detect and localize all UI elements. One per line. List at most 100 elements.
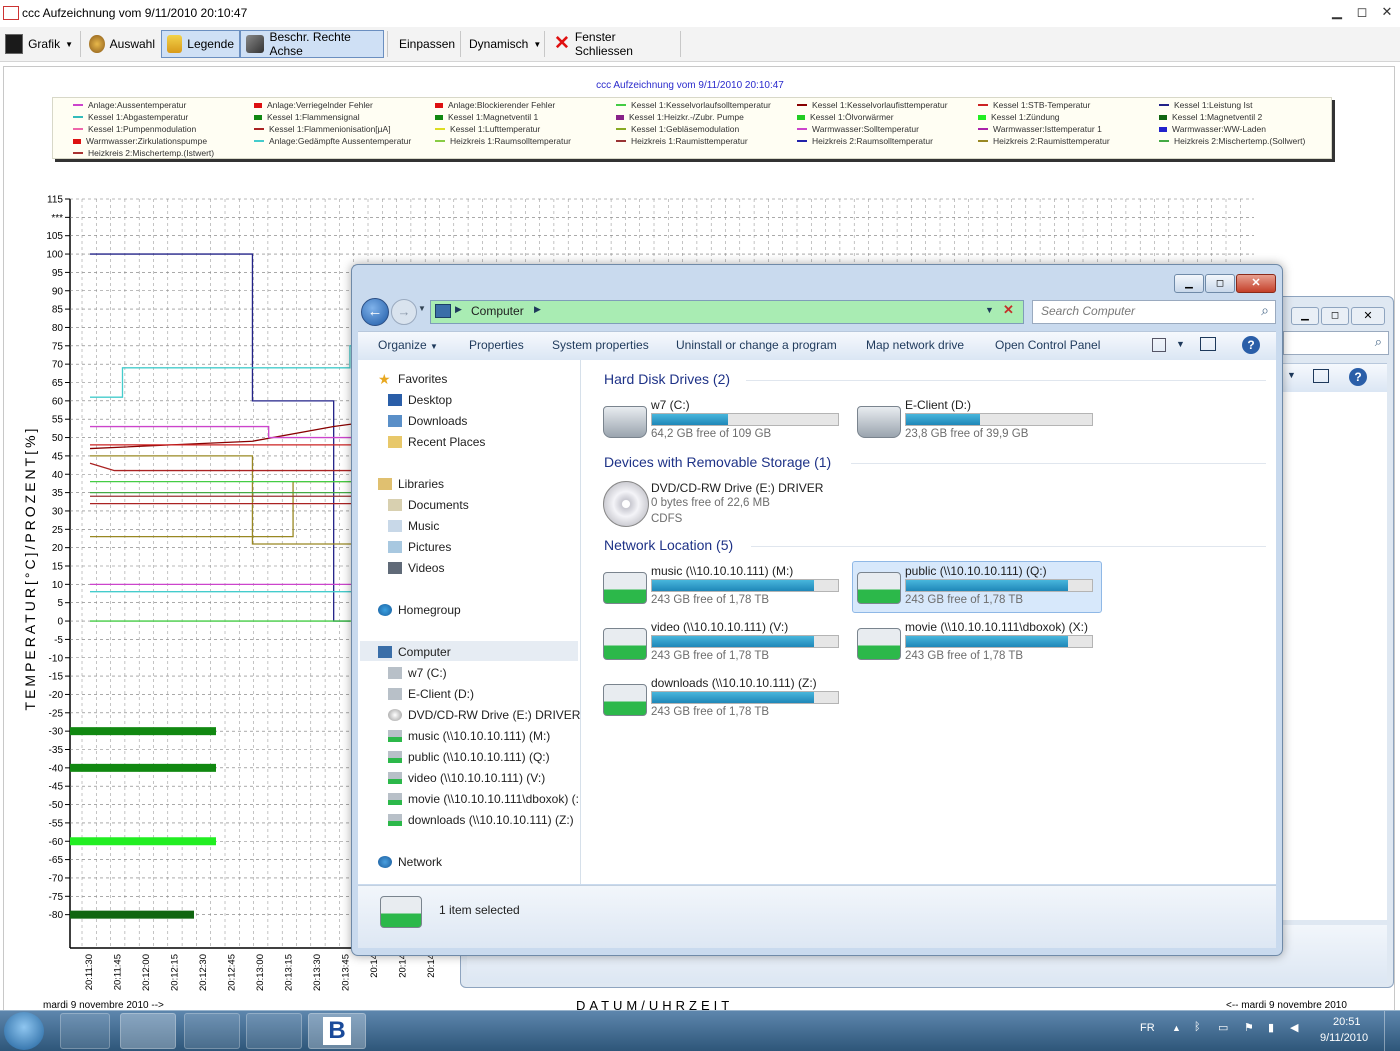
show-hidden-icons[interactable]: ▲ — [1172, 1023, 1181, 1033]
minimize-icon[interactable]: ▁ — [1174, 274, 1204, 293]
nav-pictures[interactable]: Pictures — [388, 540, 451, 554]
nav-recent-places[interactable]: Recent Places — [388, 435, 485, 449]
y-tick-label: 20 — [52, 543, 64, 554]
x-tick-label: 20:14 — [369, 954, 380, 978]
breadcrumb-computer[interactable]: Computer — [471, 304, 524, 318]
media-player-icon[interactable] — [60, 1013, 110, 1049]
nav-downloads[interactable]: Downloads — [388, 414, 467, 428]
y-tick-label: 95 — [52, 268, 64, 279]
drive-m[interactable]: music (\\10.10.10.111) (M:) 243 GB free … — [599, 562, 845, 612]
y-tick-label: 5 — [57, 598, 63, 609]
drive-z-size: 243 GB free of 1,78 TB — [651, 706, 770, 718]
nav-drive-v[interactable]: video (\\10.10.10.111) (V:) — [388, 771, 545, 785]
help-icon[interactable]: ? — [1242, 336, 1260, 354]
explorer-taskbar-icon[interactable] — [120, 1013, 176, 1049]
x-tick-label: 20:14 — [398, 954, 409, 978]
nav-drive-e[interactable]: DVD/CD-RW Drive (E:) DRIVER — [388, 708, 580, 722]
drive-d[interactable]: E-Client (D:) 23,8 GB free of 39,9 GB — [853, 396, 1099, 446]
battery-icon[interactable]: ▮ — [1268, 1021, 1274, 1034]
open-control-panel-button[interactable]: Open Control Panel — [995, 338, 1100, 352]
nav-libraries[interactable]: Libraries — [378, 477, 444, 491]
drive-c[interactable]: w7 (C:) 64,2 GB free of 109 GB — [599, 396, 845, 446]
drive-v-usage-bar — [651, 635, 839, 648]
explorer-window[interactable]: ▁ ◻ ✕ ← → ▼ ▶ Computer ▶ ▼ ✕ Search Comp… — [351, 264, 1283, 956]
properties-button[interactable]: Properties — [469, 338, 524, 352]
drive-q-name: public (\\10.10.10.111) (Q:) — [905, 564, 1047, 578]
address-bar[interactable]: ▶ Computer ▶ ▼ ✕ — [430, 300, 1024, 324]
show-desktop-button[interactable] — [1384, 1011, 1399, 1051]
nav-drive-m[interactable]: music (\\10.10.10.111) (M:) — [388, 729, 550, 743]
uninstall-program-button[interactable]: Uninstall or change a program — [676, 338, 837, 352]
start-button[interactable] — [4, 1012, 44, 1050]
y-tick-label: -20 — [49, 690, 64, 701]
help-icon[interactable]: ? — [1349, 368, 1367, 386]
close-icon[interactable]: ✕ — [1236, 274, 1276, 293]
homegroup-icon — [378, 604, 392, 616]
recent-pages-chevron-icon[interactable]: ▼ — [418, 304, 426, 313]
downloads-icon — [388, 415, 402, 427]
map-network-drive-button[interactable]: Map network drive — [866, 338, 964, 352]
stop-icon[interactable]: ✕ — [1003, 302, 1014, 318]
signal-bar — [70, 763, 216, 772]
flag-icon[interactable]: ⚑ — [1244, 1021, 1254, 1034]
drive-q[interactable]: public (\\10.10.10.111) (Q:) 243 GB free… — [852, 561, 1102, 613]
language-indicator[interactable]: FR — [1140, 1022, 1155, 1034]
x-tick-label: 20:14 — [426, 954, 437, 978]
y-tick-label: 80 — [52, 323, 64, 334]
clock-date[interactable]: 9/11/2010 — [1320, 1032, 1368, 1044]
nav-homegroup[interactable]: Homegroup — [378, 603, 461, 617]
nav-computer[interactable]: Computer — [378, 645, 451, 659]
firefox-icon[interactable] — [184, 1013, 240, 1049]
organize-button[interactable]: Organize ▼ — [378, 338, 438, 352]
nav-documents[interactable]: Documents — [388, 498, 469, 512]
nav-favorites[interactable]: ★ Favorites — [378, 372, 447, 386]
forward-button[interactable]: → — [391, 299, 417, 325]
network-tray-icon[interactable]: ▭ — [1218, 1021, 1228, 1034]
y-tick-label: 85 — [52, 305, 64, 316]
computer-icon — [378, 646, 392, 658]
group-network-location[interactable]: Network Location (5) — [604, 537, 733, 553]
view-options-icon[interactable] — [1152, 338, 1166, 352]
maximize-icon[interactable]: ◻ — [1205, 274, 1235, 293]
search-icon[interactable]: ⌕ — [1261, 302, 1269, 319]
close-icon[interactable]: ✕ — [1351, 307, 1385, 325]
drive-d-usage-bar — [905, 413, 1093, 426]
drive-v[interactable]: video (\\10.10.10.111) (V:) 243 GB free … — [599, 618, 845, 668]
x-tick-label: 20:13:30 — [312, 954, 323, 991]
breadcrumb-separator-icon[interactable]: ▶ — [534, 304, 541, 315]
music-icon — [388, 520, 402, 532]
y-tick-label: 50 — [52, 433, 64, 444]
volume-icon[interactable]: ◀ — [1290, 1021, 1298, 1034]
drive-z[interactable]: downloads (\\10.10.10.111) (Z:) 243 GB f… — [599, 674, 845, 724]
maximize-icon[interactable]: ◻ — [1321, 307, 1349, 325]
y-tick-label: 25 — [52, 525, 64, 536]
network-drive-icon — [603, 572, 647, 604]
bluetooth-icon[interactable]: ᛒ — [1194, 1021, 1201, 1033]
group-hard-disk-drives[interactable]: Hard Disk Drives (2) — [604, 371, 730, 387]
group-removable-storage[interactable]: Devices with Removable Storage (1) — [604, 454, 831, 470]
nav-desktop[interactable]: Desktop — [388, 393, 452, 407]
drive-e[interactable]: DVD/CD-RW Drive (E:) DRIVER 0 bytes free… — [599, 479, 845, 533]
drive-x[interactable]: movie (\\10.10.10.111\dboxok) (X:) 243 G… — [853, 618, 1099, 668]
nav-drive-x[interactable]: movie (\\10.10.10.111\dboxok) (: — [388, 792, 579, 806]
users-icon[interactable] — [246, 1013, 302, 1049]
breadcrumb-separator-icon: ▶ — [455, 304, 462, 314]
nav-network[interactable]: Network — [378, 855, 442, 869]
drive-c-usage-bar — [651, 413, 839, 426]
nav-videos[interactable]: Videos — [388, 561, 444, 575]
nav-drive-d[interactable]: E-Client (D:) — [388, 687, 474, 701]
search-input[interactable]: Search Computer ⌕ — [1032, 300, 1276, 324]
b-app-icon[interactable]: B — [308, 1013, 366, 1049]
address-dropdown-icon[interactable]: ▼ — [985, 305, 994, 315]
nav-drive-z[interactable]: downloads (\\10.10.10.111) (Z:) — [388, 813, 574, 827]
nav-music[interactable]: Music — [388, 519, 439, 533]
clock-time[interactable]: 20:51 — [1333, 1016, 1361, 1028]
minimize-icon[interactable]: ▁ — [1291, 307, 1319, 325]
nav-drive-q[interactable]: public (\\10.10.10.111) (Q:) — [388, 750, 550, 764]
preview-pane-icon[interactable] — [1200, 337, 1216, 351]
nav-drive-c[interactable]: w7 (C:) — [388, 666, 447, 680]
preview-pane-icon[interactable] — [1313, 369, 1329, 383]
back-button[interactable]: ← — [361, 298, 389, 326]
system-properties-button[interactable]: System properties — [552, 338, 649, 352]
chevron-down-icon[interactable]: ▼ — [1176, 339, 1185, 349]
